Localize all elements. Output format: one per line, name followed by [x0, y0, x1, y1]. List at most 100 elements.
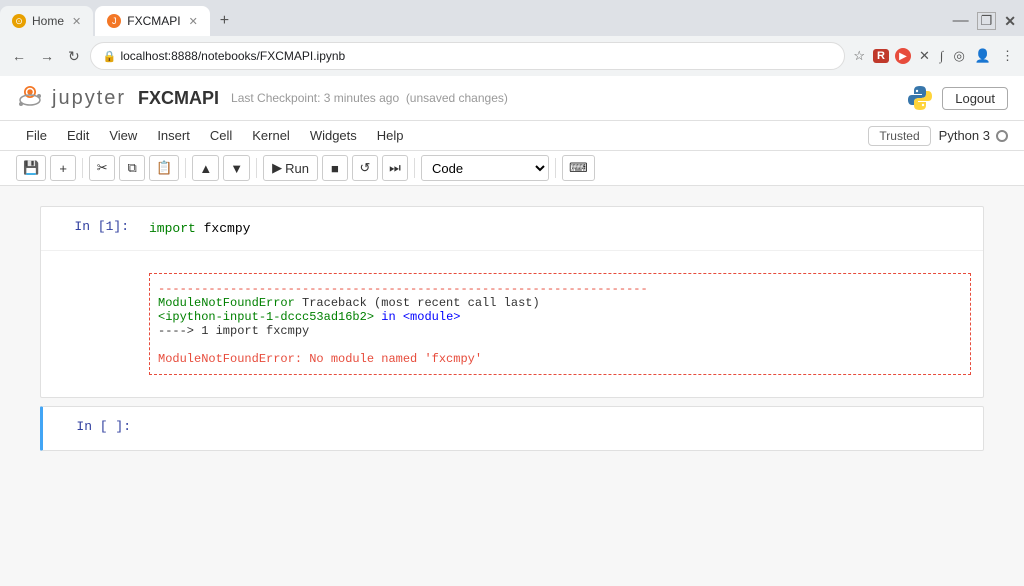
- error-header: ModuleNotFoundError Traceback (most rece…: [158, 296, 962, 310]
- menu-insert[interactable]: Insert: [147, 125, 200, 146]
- profile-icon[interactable]: 👤: [973, 46, 993, 66]
- menu-widgets[interactable]: Widgets: [300, 125, 367, 146]
- move-down-button[interactable]: ▼: [223, 155, 250, 181]
- tab-bar: ⊙ Home ✕ J FXCMAPI ✕ + — ❐ ✕: [0, 0, 1024, 36]
- refresh-button[interactable]: ↻: [64, 44, 84, 69]
- forward-button[interactable]: →: [36, 44, 58, 68]
- error-output: ----------------------------------------…: [141, 263, 979, 385]
- stop-button[interactable]: ■: [322, 155, 348, 181]
- paste-button[interactable]: 📋: [149, 155, 179, 181]
- jupyter-header: jupyter FXCMAPI Last Checkpoint: 3 minut…: [0, 76, 1024, 121]
- lock-icon: 🔒: [103, 50, 117, 63]
- menu-edit[interactable]: Edit: [57, 125, 99, 146]
- browser-toolbar-icons: ☆ R ▶ ✕ ∫ ◎ 👤 ⋮: [851, 46, 1016, 66]
- jupyter-logo: jupyter: [16, 84, 126, 112]
- menu-help[interactable]: Help: [367, 125, 414, 146]
- restart-button[interactable]: ↺: [352, 155, 378, 181]
- cell-2-container: In [ ]:: [40, 406, 984, 451]
- cell-1-output: ----------------------------------------…: [41, 250, 983, 397]
- close-button[interactable]: ✕: [1004, 13, 1016, 30]
- new-tab-button[interactable]: +: [212, 12, 237, 30]
- cell-2-source[interactable]: [143, 415, 979, 442]
- kernel-name: Python 3: [939, 128, 990, 143]
- extension-icon2[interactable]: ▶: [895, 48, 911, 64]
- kernel-status-circle: [996, 130, 1008, 142]
- jupyter-favicon: J: [107, 14, 121, 28]
- menu-bar: File Edit View Insert Cell Kernel Widget…: [0, 121, 1024, 151]
- error-blank: [158, 338, 962, 352]
- cell-1: In [1]: import fxcmpy: [41, 207, 983, 250]
- menu-view[interactable]: View: [99, 125, 147, 146]
- maximize-button[interactable]: ❐: [977, 12, 997, 30]
- error-name: ModuleNotFoundError: [158, 296, 295, 310]
- save-button[interactable]: 💾: [16, 155, 46, 181]
- tab-fxcmapi[interactable]: J FXCMAPI ✕: [95, 6, 210, 36]
- keyboard-shortcut-button[interactable]: ⌨: [562, 155, 595, 181]
- address-bar: ← → ↻ 🔒 localhost:8888/notebooks/FXCMAPI…: [0, 36, 1024, 76]
- home-favicon: ⊙: [12, 14, 26, 28]
- trusted-button[interactable]: Trusted: [868, 126, 930, 146]
- tab-fxcmapi-close[interactable]: ✕: [189, 15, 198, 28]
- add-cell-button[interactable]: +: [50, 155, 76, 181]
- tab-home-close[interactable]: ✕: [72, 15, 81, 28]
- cell-1-container: In [1]: import fxcmpy -----------------: [40, 206, 984, 398]
- toolbar-separator-4: [414, 158, 415, 178]
- unsaved-text: (unsaved changes): [406, 91, 508, 105]
- copy-button[interactable]: ⧉: [119, 155, 145, 181]
- import-keyword: import: [149, 221, 196, 236]
- arrow-line-text: ----> 1 import fxcmpy: [158, 324, 309, 338]
- module-name: fxcmpy: [204, 221, 251, 236]
- error-location: <ipython-input-1-dccc53ad16b2> in <modul…: [158, 310, 962, 324]
- toolbar-separator-3: [256, 158, 257, 178]
- extension-icon4[interactable]: ∫: [938, 46, 946, 66]
- fast-forward-button[interactable]: ⏭: [382, 155, 408, 181]
- back-button[interactable]: ←: [8, 44, 30, 68]
- python-logo: [906, 84, 934, 112]
- extension-icon3[interactable]: ✕: [917, 46, 932, 66]
- cell-2: In [ ]:: [43, 407, 983, 450]
- menu-file[interactable]: File: [16, 125, 57, 146]
- browser-window: ⊙ Home ✕ J FXCMAPI ✕ + — ❐ ✕ ← → ↻ 🔒 loc…: [0, 0, 1024, 586]
- traceback-text: Traceback (most recent call last): [302, 296, 540, 310]
- cell-1-source[interactable]: import fxcmpy: [141, 215, 979, 242]
- cut-button[interactable]: ✂: [89, 155, 115, 181]
- cell-2-content[interactable]: [143, 411, 983, 446]
- jupyter-logo-text: jupyter: [52, 87, 126, 110]
- bookmark-icon[interactable]: ☆: [851, 46, 867, 66]
- move-up-button[interactable]: ▲: [192, 155, 219, 181]
- tab-fxcmapi-label: FXCMAPI: [127, 14, 180, 28]
- logout-button[interactable]: Logout: [942, 87, 1008, 110]
- jupyter-header-right: Logout: [906, 84, 1008, 112]
- cell-type-select[interactable]: Code Markdown Raw NBConvert: [421, 155, 549, 181]
- error-dashes: ----------------------------------------…: [158, 282, 962, 296]
- run-button[interactable]: ▶ Run: [263, 155, 318, 181]
- cell-1-output-prompt: [41, 259, 141, 275]
- tab-home-label: Home: [32, 14, 64, 28]
- extension-icon1[interactable]: R: [873, 49, 889, 63]
- notebook-toolbar: 💾 + ✂ ⧉ 📋 ▲ ▼ ▶ Run ■ ↺ ⏭ Code Markdown …: [0, 151, 1024, 186]
- run-icon: ▶: [272, 160, 282, 176]
- url-bar[interactable]: 🔒 localhost:8888/notebooks/FXCMAPI.ipynb: [90, 42, 846, 70]
- notebook-title[interactable]: FXCMAPI: [138, 88, 219, 109]
- menu-right: Trusted Python 3: [868, 126, 1008, 146]
- error-arrow-line: ----> 1 import fxcmpy: [158, 324, 962, 338]
- notebook-content: In [1]: import fxcmpy -----------------: [0, 186, 1024, 586]
- kernel-info: Python 3: [939, 128, 1008, 143]
- cell-1-output-row: ----------------------------------------…: [41, 255, 983, 393]
- minimize-button[interactable]: —: [953, 12, 969, 30]
- window-controls: — ❐ ✕: [953, 12, 1024, 30]
- error-location-text: <ipython-input-1-dccc53ad16b2> in <modul…: [158, 310, 460, 324]
- menu-kernel[interactable]: Kernel: [242, 125, 300, 146]
- cell-1-prompt: In [1]:: [41, 211, 141, 242]
- checkpoint-text: Last Checkpoint: 3 minutes ago: [231, 91, 399, 105]
- toolbar-separator-2: [185, 158, 186, 178]
- extension-icon5[interactable]: ◎: [951, 46, 966, 66]
- error-message-text: ModuleNotFoundError: No module named 'fx…: [158, 352, 482, 366]
- cell-1-content: import fxcmpy: [141, 211, 983, 246]
- menu-cell[interactable]: Cell: [200, 125, 242, 146]
- checkpoint-info: Last Checkpoint: 3 minutes ago (unsaved …: [231, 91, 508, 105]
- cell-1-error: ----------------------------------------…: [141, 259, 983, 389]
- menu-dots-icon[interactable]: ⋮: [999, 46, 1016, 66]
- toolbar-separator-1: [82, 158, 83, 178]
- tab-home[interactable]: ⊙ Home ✕: [0, 6, 93, 36]
